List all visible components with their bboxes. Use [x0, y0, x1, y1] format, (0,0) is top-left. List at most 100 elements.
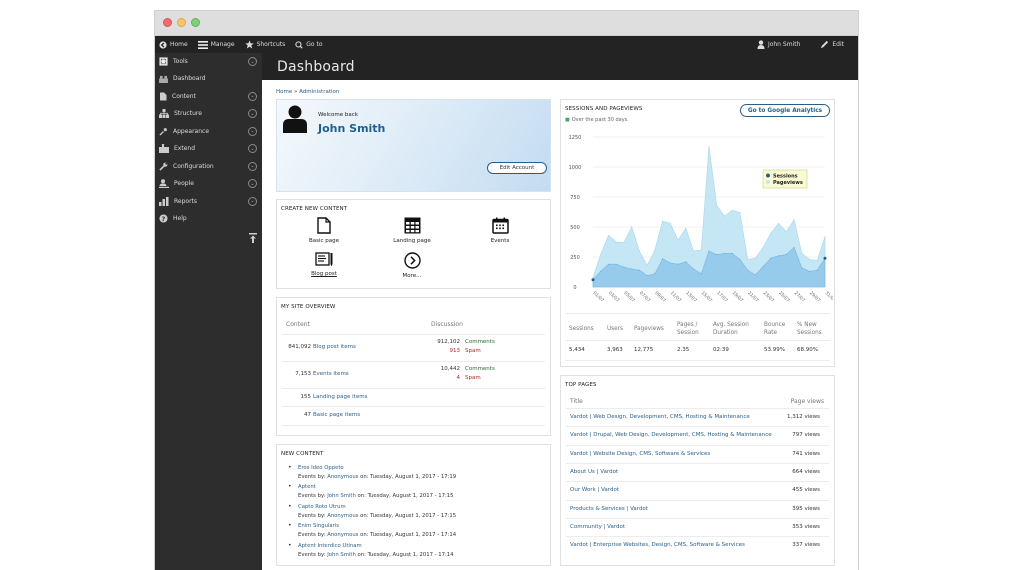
y-tick-label: 500: [570, 225, 580, 231]
close-window-button[interactable]: [163, 18, 172, 27]
chevron-down-icon[interactable]: ⌄: [248, 91, 257, 101]
new-content-link[interactable]: Capto Roto Utrum: [298, 503, 456, 512]
top-page-link[interactable]: Vardot | Drupal, Web Design, Development…: [570, 432, 772, 438]
chart-subtitle: ■ Over the past 30 days.: [565, 117, 629, 123]
overview-landing-page-link[interactable]: Landing page items: [313, 394, 367, 400]
sidebar-item-content[interactable]: Content ⌄: [155, 88, 262, 106]
new-content-link[interactable]: Eros Ideo Oppeto: [298, 464, 456, 473]
maximize-window-button[interactable]: [191, 18, 200, 27]
chevron-down-icon[interactable]: ⌄: [248, 144, 257, 153]
data-point-pageviews: [669, 222, 671, 224]
overview-comments-link[interactable]: Comments: [465, 339, 495, 345]
minimize-window-button[interactable]: [177, 18, 186, 27]
data-point-pageviews: [723, 215, 725, 217]
sidebar-item-help[interactable]: ? Help: [155, 210, 262, 228]
toolbar-manage[interactable]: Manage: [197, 40, 235, 49]
overview-events-link[interactable]: Events items: [313, 371, 349, 377]
sidebar-item-tools[interactable]: Tools ⌄: [155, 53, 262, 70]
toolbar-shortcuts[interactable]: Shortcuts: [244, 40, 285, 49]
legend-pageviews-swatch: [766, 180, 770, 184]
overview-spam-link[interactable]: Spam: [465, 375, 481, 381]
new-content-link[interactable]: Enim Singularis: [298, 522, 456, 531]
sidebar-item-configuration[interactable]: Configuration ⌄: [155, 158, 262, 176]
list-item: Aptent Events by: John Smith on: Tuesday…: [285, 483, 456, 502]
toolbar-edit[interactable]: Edit: [820, 40, 844, 49]
divider: [565, 340, 830, 341]
chevron-down-icon[interactable]: ⌄: [248, 179, 257, 188]
breadcrumb-home[interactable]: Home: [276, 89, 292, 95]
create-blog-post[interactable]: Blog post: [289, 252, 359, 277]
overview-count: 7,153: [295, 371, 311, 377]
new-content-link[interactable]: Aptent: [298, 483, 456, 492]
sidebar-item-structure[interactable]: Structure ⌄: [155, 105, 262, 123]
chevron-down-icon[interactable]: ⌄: [248, 57, 257, 66]
data-point-pageviews: [631, 226, 633, 228]
edit-account-button[interactable]: Edit Account: [487, 162, 547, 174]
data-point-pageviews: [693, 250, 695, 252]
sidebar-item-label: Content: [172, 92, 196, 100]
sidebar-item-people[interactable]: People ⌄: [155, 175, 262, 193]
sidebar-item-dashboard[interactable]: Dashboard: [155, 70, 262, 88]
top-page-link[interactable]: About Us | Vardot: [570, 469, 618, 475]
y-tick-label: 750: [570, 195, 580, 201]
author-link[interactable]: Anonymous: [327, 532, 358, 538]
top-page-link[interactable]: Products & Services | Vardot: [570, 506, 648, 512]
y-tick-label: 1250: [569, 135, 582, 141]
sidebar-item-appearance[interactable]: Appearance ⌄: [155, 123, 262, 141]
sidebar-item-label: Appearance: [173, 127, 210, 135]
chevron-down-icon[interactable]: ⌄: [248, 196, 257, 206]
overview-basic-page-link[interactable]: Basic page items: [313, 412, 360, 418]
table-row: Vardot | Drupal, Web Design, Development…: [566, 426, 829, 444]
top-page-link[interactable]: Vardot | Website Design, CMS, Software &…: [570, 451, 710, 457]
help-icon: ?: [159, 214, 168, 223]
overview-spam-link[interactable]: Spam: [465, 348, 481, 354]
toolbar-goto[interactable]: Go to: [295, 40, 323, 49]
x-tick-label: 29/07: [808, 290, 822, 304]
create-landing-page[interactable]: Landing page: [377, 217, 447, 244]
x-tick-label: 09/07: [653, 290, 667, 304]
x-tick-label: 03/07: [607, 290, 621, 304]
x-tick-label: 17/07: [715, 290, 729, 304]
author-link[interactable]: John Smith: [327, 493, 356, 499]
calendar-icon: [491, 217, 509, 234]
author-link[interactable]: Anonymous: [327, 474, 358, 480]
chevron-down-icon[interactable]: ⌄: [248, 126, 257, 136]
google-analytics-button[interactable]: Go to Google Analytics: [740, 104, 830, 117]
toolbar-user[interactable]: John Smith: [757, 40, 800, 49]
toolbar-home[interactable]: Home: [159, 40, 188, 49]
legend-sessions-label: Sessions: [773, 174, 798, 180]
top-page-link[interactable]: Community | Vardot: [570, 524, 625, 530]
welcome-panel: Welcome back John Smith Edit Account: [276, 99, 551, 192]
overview-blog-post-link[interactable]: Blog post items: [313, 344, 356, 350]
chevron-down-icon[interactable]: ⌄: [248, 109, 257, 118]
author-link[interactable]: Anonymous: [327, 513, 358, 519]
new-content-panel: NEW CONTENT Eros Ideo Oppeto Events by: …: [276, 444, 551, 566]
new-content-meta: Events by: Anonymous on: Tuesday, August…: [298, 512, 456, 521]
toolbar-user-label: John Smith: [767, 41, 801, 48]
create-more[interactable]: More...: [377, 252, 447, 279]
create-events-label: Events: [490, 238, 510, 244]
legend-pageviews-label: Pageviews: [773, 180, 803, 186]
top-page-link[interactable]: Our Work | Vardot: [570, 487, 619, 493]
chevron-down-icon[interactable]: ⌄: [248, 161, 257, 171]
create-events[interactable]: Events: [465, 217, 535, 244]
author-link[interactable]: John Smith: [327, 552, 356, 558]
data-point-pageviews: [785, 231, 787, 233]
top-page-link[interactable]: Vardot | Web Design, Development, CMS, H…: [570, 414, 750, 420]
create-basic-page[interactable]: Basic page: [289, 217, 359, 244]
new-content-link[interactable]: Aptent Interdico Utinam: [298, 542, 456, 551]
data-point-sessions: [754, 274, 756, 276]
data-point-sessions: [654, 273, 656, 275]
data-point-sessions: [646, 275, 648, 277]
sidebar-item-reports[interactable]: Reports ⌄: [155, 193, 262, 211]
sidebar-item-extend[interactable]: Extend ⌄: [155, 140, 262, 158]
create-blog-post-label: Blog post: [311, 271, 337, 277]
breadcrumb-administration[interactable]: Administration: [299, 89, 339, 95]
data-point-pageviews: [646, 264, 648, 266]
collapse-sidebar-button[interactable]: [249, 233, 257, 245]
appearance-icon: [159, 127, 168, 136]
overview-comments-link[interactable]: Comments: [465, 366, 495, 372]
top-page-link[interactable]: Vardot | Enterprise Websites, Design, CM…: [570, 542, 745, 548]
divider: [565, 313, 830, 314]
data-point-pageviews: [801, 252, 803, 254]
